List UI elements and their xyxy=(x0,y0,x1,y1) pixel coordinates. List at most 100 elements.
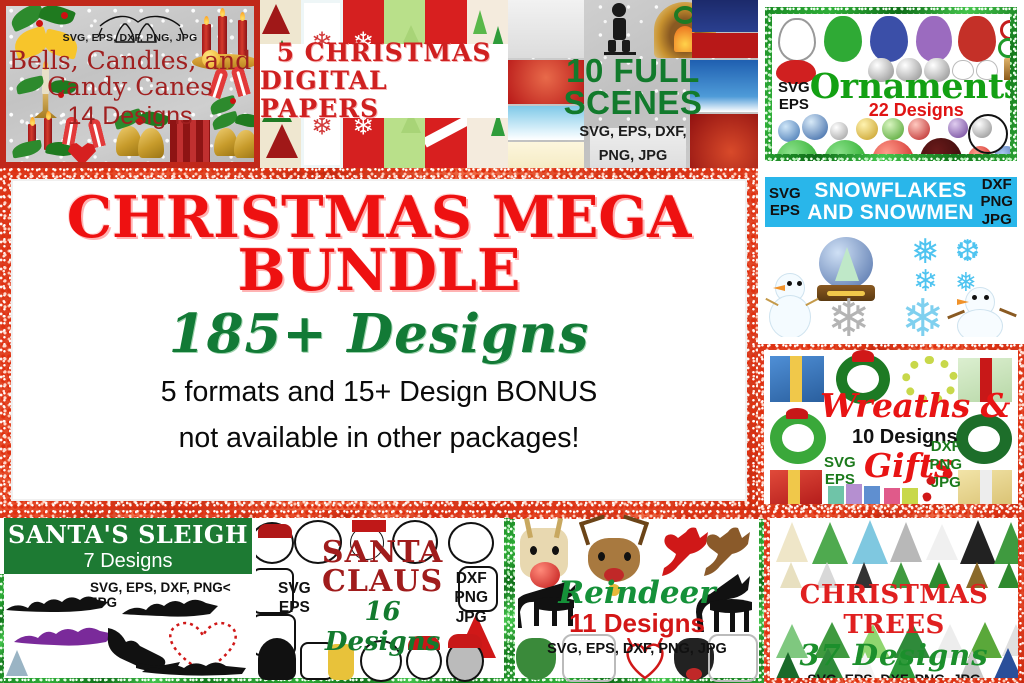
candle-flame-icon xyxy=(220,8,225,17)
papers-title-line1: 5 CHRISTMAS xyxy=(276,38,492,67)
main-subtitle-line2: not available in other packages! xyxy=(178,421,580,454)
ornaments-left-formats-line1: SVG xyxy=(778,78,810,96)
candle-flame-icon xyxy=(204,16,209,25)
snowman-right-eye-icon xyxy=(984,295,989,300)
reindeer-title: Reindeer xyxy=(558,575,716,611)
snowman-left-body-icon xyxy=(769,295,811,337)
gift-gold-ribbon xyxy=(980,470,992,504)
santa-right-formats-line2: PNG xyxy=(454,589,488,607)
tree-decorated-icon xyxy=(852,520,888,564)
gift-small-icon xyxy=(864,486,880,504)
santa-right-formats: DXF PNG JPG xyxy=(454,569,488,627)
scenes-formats-line2: PNG, JPG xyxy=(598,147,668,164)
bells-title-line2: Candy Canes xyxy=(47,72,213,101)
scenes-formats-line1: SVG, EPS, DXF, xyxy=(579,124,687,141)
gift-small-icon xyxy=(902,488,918,504)
scenes-title-line2: SCENES xyxy=(563,83,703,121)
snowflakes-right-formats-line1: DXF xyxy=(981,176,1012,194)
holly-berry-icon xyxy=(61,12,68,19)
digital-papers-caption: 5 CHRISTMAS DIGITAL PAPERS xyxy=(260,39,508,123)
reindeer-top-glitter-strip xyxy=(510,510,764,519)
panel-snowflakes-snowmen: SVG EPS SNOWFLAKES AND SNOWMEN DXF PNG J… xyxy=(758,168,1024,344)
scene-thumb-winter-sketch xyxy=(508,0,584,58)
santa-left-formats-line2: EPS xyxy=(278,599,310,616)
trees-formats-label: SVG, EPS, DXF, PNG, JPG xyxy=(770,671,1018,678)
wreaths-right-formats-line3: JPG xyxy=(930,474,961,491)
snowflakes-caption-band: SVG EPS SNOWFLAKES AND SNOWMEN DXF PNG J… xyxy=(765,176,1017,228)
santa-right-formats-line3: JPG xyxy=(455,608,487,626)
gift-red-ribbon xyxy=(788,470,800,504)
snowflake-icon: ❄ xyxy=(901,290,945,337)
wreaths-left-formats: SVG EPS xyxy=(824,454,856,489)
panel-ornaments: SVG EPS Ornaments 22 Designs DXF PNG JPG xyxy=(758,0,1024,168)
bell-icon xyxy=(138,128,164,158)
reindeer-eye-icon xyxy=(598,552,605,561)
tree-sketch-icon xyxy=(890,522,922,562)
wreath-holly-icon xyxy=(770,412,826,464)
sleigh-reindeer-line-icon xyxy=(138,660,250,680)
tree-white-layered-icon xyxy=(926,524,958,560)
trees-caption: CHRISTMAS TREES 37 Designs SVG, EPS, DXF… xyxy=(770,580,1018,678)
main-subtitle-line1: 5 formats and 15+ Design BONUS xyxy=(160,376,598,408)
santa-hat-flat-icon xyxy=(352,520,386,532)
sleigh-top-glitter-strip xyxy=(0,510,256,518)
wreaths-right-formats-line2: PNG xyxy=(929,456,962,473)
trees-content: CHRISTMAS TREES 37 Designs SVG, EPS, DXF… xyxy=(770,518,1018,678)
wreaths-left-formats-line1: SVG xyxy=(824,454,856,471)
papers-title-line2: DIGITAL PAPERS xyxy=(260,66,388,123)
reindeer-caption: Reindeer 11 Designs SVG, EPS, DXF, PNG, … xyxy=(510,575,764,658)
trees-designs-count: 37 Designs xyxy=(799,638,989,672)
ornament-red-snowflake-icon xyxy=(958,16,996,62)
santa-right-formats-line1: DXF xyxy=(455,569,487,587)
sleigh-designs-count: 7 Designs xyxy=(83,549,173,572)
ornament-purple-snowflake-icon xyxy=(916,16,952,62)
panel-bells-candles-candy-canes: SVG, EPS, DXF, PNG, JPG Bells, Candles, … xyxy=(0,0,260,168)
ornaments-content: SVG EPS Ornaments 22 Designs DXF PNG JPG xyxy=(772,14,1010,154)
ornament-red-snowflake-large-icon xyxy=(872,140,914,154)
reindeer-formats-label: SVG, EPS, DXF, PNG, JPG xyxy=(547,641,727,657)
panel-reindeer: Reindeer 11 Designs SVG, EPS, DXF, PNG, … xyxy=(510,510,764,683)
wreath-bow-icon xyxy=(852,350,874,362)
sleigh-silhouette-icon xyxy=(120,596,220,620)
snowflakes-right-formats-line3: JPG xyxy=(981,210,1012,228)
snowflake-icon: ❅ xyxy=(911,233,940,271)
panel-santas-sleigh: SANTA'S SLEIGH 7 Designs SVG, EPS, DXF, … xyxy=(0,510,256,683)
ornament-green-large-icon xyxy=(776,140,818,154)
wreaths-title-line1: Wreaths & xyxy=(820,386,1010,425)
ornament-blue-snowflake-icon xyxy=(870,16,908,62)
tree-cream-icon xyxy=(776,522,808,562)
snowman-right-eye-icon xyxy=(972,295,977,300)
bells-title-line1: Bells, Candles, and xyxy=(8,46,252,75)
main-banner-inner: CHRISTMAS MEGA BUNDLE 185+ Designs 5 for… xyxy=(11,179,747,501)
tree-black-icon xyxy=(960,520,996,564)
poster-canvas: SVG, EPS, DXF, PNG, JPG Bells, Candles, … xyxy=(0,0,1024,683)
snowflakes-right-formats-line2: PNG xyxy=(980,193,1013,211)
panel-full-scenes: 10 FULL SCENES SVG, EPS, DXF, PNG, JPG xyxy=(508,0,758,168)
ornament-silver-icon xyxy=(830,122,848,140)
holly-leaf-icon xyxy=(11,139,43,159)
snowflakes-left-formats: SVG EPS xyxy=(769,185,801,220)
wreaths-right-formats-line1: DXF xyxy=(930,438,961,455)
ornaments-title: Ornaments xyxy=(809,65,1010,107)
ornament-green-snowflake-icon xyxy=(824,16,862,62)
santa-top-glitter-strip xyxy=(256,510,510,518)
panel-santa-claus: SVG EPS SANTA CLAUS 16 Designs DXF PNG J… xyxy=(256,510,510,683)
ornament-ring-trio-icon xyxy=(998,38,1010,58)
snowflakes-title-line2: AND SNOWMEN xyxy=(807,201,974,224)
wreaths-content: Wreaths & 10 Designs Gifts SVG EPS DXF P… xyxy=(764,350,1018,504)
tree-green-decorated-icon xyxy=(994,522,1018,564)
santa-hat-sketch-icon xyxy=(258,524,292,538)
reindeer-eye-icon xyxy=(624,552,631,561)
snowman-left-arm-icon xyxy=(805,297,819,307)
ornaments-title-block: Ornaments 22 Designs xyxy=(809,65,1010,122)
snowflakes-content: SVG EPS SNOWFLAKES AND SNOWMEN DXF PNG J… xyxy=(765,175,1017,337)
santa-caption-band: SVG EPS SANTA CLAUS 16 Designs DXF PNG J… xyxy=(256,538,510,657)
trees-title: CHRISTMAS TREES xyxy=(799,580,989,640)
snowman-left-eye-icon xyxy=(797,281,802,286)
sleigh-silhouette-icon xyxy=(6,594,116,618)
reindeer-designs-count: 11 Designs xyxy=(569,608,705,638)
ornaments-left-formats-line2: EPS xyxy=(778,96,809,113)
snowman-right-body-icon xyxy=(957,309,1003,337)
santa-left-formats-line1: SVG xyxy=(278,579,311,597)
santa-left-formats: SVG EPS xyxy=(278,579,311,618)
